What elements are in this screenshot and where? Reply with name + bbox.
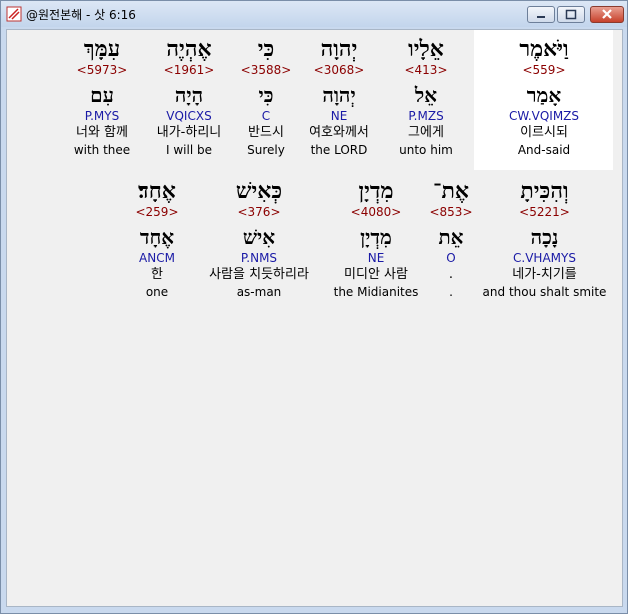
korean-gloss: 한 xyxy=(151,267,163,282)
word-cell[interactable]: כְּאִישׁ <376> אִישׁ P.NMS 사람을 치듯하리라 as-… xyxy=(194,178,324,300)
word-cell[interactable]: אֶת־ <853> אֵת O . . xyxy=(426,178,476,300)
strong-number[interactable]: <3068> xyxy=(294,62,384,78)
strong-number[interactable]: <5973> xyxy=(62,62,142,78)
english-gloss: the LORD xyxy=(310,143,368,157)
hebrew-root: אִישׁ xyxy=(242,225,276,249)
hebrew-root: מִדְיָן xyxy=(360,225,392,249)
hebrew-word: עִמָּךְ xyxy=(83,36,121,62)
strong-number[interactable]: <376> xyxy=(194,204,324,220)
word-cell[interactable]: וְהִכִּיתָ <5221> נָכָה C.VHAMYS 네가-치기를 … xyxy=(477,178,612,300)
strong-number[interactable]: <1961> xyxy=(149,62,229,78)
english-gloss: and thou shalt smite xyxy=(482,285,607,299)
parsing-code: CW.VQIMZS xyxy=(508,109,580,123)
parsing-code: P.MYS xyxy=(84,109,120,123)
hebrew-word: מִדְיָן xyxy=(358,178,394,204)
english-gloss: one xyxy=(145,285,169,299)
english-gloss: with thee xyxy=(73,143,131,157)
strong-number[interactable]: <4080> xyxy=(326,204,426,220)
english-gloss: the Midianites xyxy=(333,285,419,299)
hebrew-root: יְהוָה xyxy=(322,83,356,107)
maximize-icon xyxy=(565,9,577,20)
hebrew-root: אֵת xyxy=(438,225,464,249)
korean-gloss: 네가-치기를 xyxy=(512,267,577,282)
word-cell[interactable]: יְהוָה <3068> יְהוָה NE 여호와께서 the LORD xyxy=(294,36,384,158)
strong-number[interactable]: <559> xyxy=(484,62,604,78)
hebrew-root: הָיָה xyxy=(174,83,204,107)
english-gloss: unto him xyxy=(399,143,453,157)
hebrew-root: אֶחָד xyxy=(139,225,175,249)
parsing-code: O xyxy=(446,251,456,265)
english-gloss: as-man xyxy=(236,285,282,299)
parsing-code: NE xyxy=(330,109,348,123)
parsing-code: VQICXS xyxy=(166,109,212,123)
maximize-button[interactable] xyxy=(557,6,585,23)
minimize-button[interactable] xyxy=(527,6,555,23)
english-gloss: . xyxy=(449,285,453,299)
app-window: @원전본해 - 삿 6:16 עִמָּךְ <5973> עִם P.MYS … xyxy=(0,0,628,614)
parsing-code: P.NMS xyxy=(240,251,278,265)
window-bottom-border xyxy=(1,607,627,613)
hebrew-word: אֶהְיֶה xyxy=(166,36,212,62)
word-cell[interactable]: אֶחָד׃ <259> אֶחָד ANCM 한 one xyxy=(117,178,197,300)
close-icon xyxy=(602,9,612,19)
hebrew-root: אָמַר xyxy=(526,83,562,107)
korean-gloss: 여호와께서 xyxy=(309,125,369,140)
word-cell[interactable]: אֵלָיו <413> אֵל P.MZS 그에게 unto him xyxy=(386,36,466,158)
minimize-icon xyxy=(537,16,545,18)
window-title: @원전본해 - 삿 6:16 xyxy=(26,8,136,22)
word-cell[interactable]: אֶהְיֶה <1961> הָיָה VQICXS 내가-하리니 I wil… xyxy=(149,36,229,158)
close-button[interactable] xyxy=(590,6,624,23)
parsing-code: P.MZS xyxy=(408,109,444,123)
korean-gloss: 이르시되 xyxy=(520,125,568,140)
parsing-code: NE xyxy=(367,251,385,265)
korean-gloss: 미디안 사람 xyxy=(344,267,408,282)
strong-number[interactable]: <5221> xyxy=(477,204,612,220)
hebrew-root: אֵל xyxy=(414,83,438,107)
app-icon xyxy=(6,6,22,22)
korean-gloss: 사람을 치듯하리라 xyxy=(209,267,309,282)
hebrew-word: כְּאִישׁ xyxy=(235,178,283,204)
strong-number[interactable]: <853> xyxy=(426,204,476,220)
korean-gloss: . xyxy=(448,267,454,282)
word-cell[interactable]: עִמָּךְ <5973> עִם P.MYS 너와 함께 with thee xyxy=(62,36,142,158)
title-bar[interactable]: @원전본해 - 삿 6:16 xyxy=(1,1,627,27)
english-gloss: And-said xyxy=(517,143,571,157)
korean-gloss: 그에게 xyxy=(408,125,444,140)
word-cell[interactable]: מִדְיָן <4080> מִדְיָן NE 미디안 사람 the Mid… xyxy=(326,178,426,300)
hebrew-word: אֶת־ xyxy=(433,178,469,204)
english-gloss: I will be xyxy=(166,143,212,157)
hebrew-word: וַיֹּאמֶר xyxy=(519,36,569,62)
hebrew-word: יְהוָה xyxy=(320,36,358,62)
hebrew-word: אֶחָד׃ xyxy=(138,178,176,204)
strong-number[interactable]: <413> xyxy=(386,62,466,78)
hebrew-word: אֵלָיו xyxy=(408,36,444,62)
korean-gloss: 내가-하리니 xyxy=(156,125,222,140)
parsing-code: ANCM xyxy=(139,251,175,265)
word-cell-selected[interactable]: וַיֹּאמֶר <559> אָמַר CW.VQIMZS 이르시되 And… xyxy=(484,36,604,158)
hebrew-root: נָכָה xyxy=(530,225,559,249)
parsing-code: C.VHAMYS xyxy=(513,251,576,265)
korean-gloss: 너와 함께 xyxy=(76,125,128,140)
verse-panel: עִמָּךְ <5973> עִם P.MYS 너와 함께 with thee… xyxy=(6,29,623,607)
hebrew-word: וְהִכִּיתָ xyxy=(520,178,569,204)
strong-number[interactable]: <259> xyxy=(117,204,197,220)
hebrew-root: עִם xyxy=(90,83,114,107)
